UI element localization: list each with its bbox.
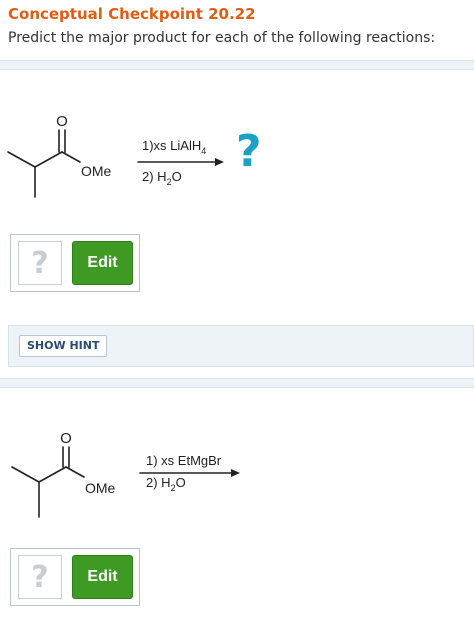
answer-placeholder-icon: ? bbox=[18, 241, 62, 285]
carbonyl-oxygen-label: O bbox=[60, 430, 72, 447]
answer-box-1: ? Edit bbox=[10, 234, 140, 292]
page-instructions: Predict the major product for each of th… bbox=[8, 30, 436, 46]
reagent-step-1: 1)xs LiAlH4 bbox=[142, 138, 206, 156]
answer-box-2: ? Edit bbox=[10, 548, 140, 606]
section-divider bbox=[0, 378, 474, 388]
methoxy-label: OMe bbox=[81, 163, 112, 179]
carbonyl-oxygen-label: O bbox=[56, 113, 68, 130]
edit-button-1[interactable]: Edit bbox=[72, 241, 133, 285]
answer-placeholder-icon: ? bbox=[18, 555, 62, 599]
hint-panel: SHOW HINT bbox=[8, 325, 474, 367]
reaction-1-scheme: O OMe 1)xs LiAlH4 2) H2O bbox=[7, 113, 224, 198]
reagent-step-1: 1) xs EtMgBr bbox=[146, 453, 222, 468]
show-hint-button[interactable]: SHOW HINT bbox=[19, 335, 108, 357]
methoxy-label: OMe bbox=[85, 480, 116, 496]
edit-button-2[interactable]: Edit bbox=[72, 555, 133, 599]
section-divider bbox=[0, 60, 474, 70]
reagent-step-2: 2) H2O bbox=[146, 475, 186, 493]
reagent-step-2: 2) H2O bbox=[142, 169, 182, 187]
reaction-2-scheme: O OMe 1) xs EtMgBr 2) H2O bbox=[11, 430, 240, 518]
unknown-product-icon: ? bbox=[236, 126, 262, 177]
page-title: Conceptual Checkpoint 20.22 bbox=[8, 5, 256, 23]
